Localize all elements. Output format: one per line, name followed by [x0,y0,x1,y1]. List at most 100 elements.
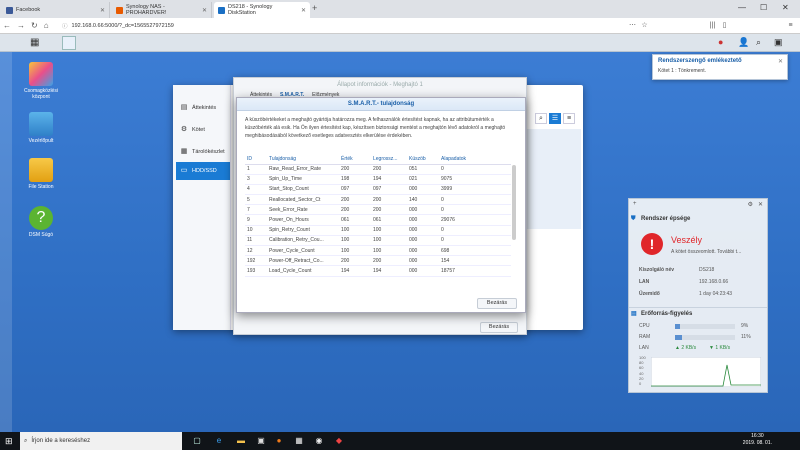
store-icon[interactable]: ▣ [256,436,266,446]
desktop-icon-package-center[interactable]: Csomagközlési központ [16,62,66,100]
bookmark-icon[interactable]: ☆ [640,21,649,30]
tab-prohardver[interactable]: Synology NAS - PROHARDVER! ✕ [112,2,212,18]
table-row[interactable]: 1 Raw_Read_Error_Rate 200 200 051 0 [245,164,511,175]
table-row[interactable]: 3 Spin_Up_Time 198 194 021 9075 [245,174,511,185]
paint-icon[interactable]: ▦ [294,436,304,446]
forward-button[interactable]: → [17,21,25,30]
minimize-button[interactable]: — [738,3,746,12]
desktop-icon-dsm-help[interactable]: ? DSM Súgó [16,206,66,238]
col-worst[interactable]: Legrossz... [371,155,407,165]
table-cell: 051 [407,164,439,175]
dsm-taskbar: ▦ ● 👤 ⌕ ▣ [0,34,800,52]
chart-y-ticks: 100 80 60 40 20 0 [639,355,646,387]
home-button[interactable]: ⌂ [44,21,49,30]
edge-icon[interactable]: e [214,436,224,446]
close-icon[interactable]: ✕ [202,7,207,14]
notification-title: Rendszerszengő emlékeztető [658,58,742,64]
close-icon[interactable]: ✕ [100,7,105,14]
search-icon: ⌕ [24,437,28,444]
sidebar-item-hdd-ssd[interactable]: ▭ HDD/SSD [176,162,230,180]
close-icon[interactable]: ✕ [778,58,783,65]
col-value[interactable]: Érték [339,155,371,165]
table-row[interactable]: 10 Spin_Retry_Count 100 100 000 0 [245,225,511,236]
table-cell: 200 [371,194,407,206]
table-row[interactable]: 4 Start_Stop_Count 097 097 000 3999 [245,184,511,196]
table-cell: Load_Cycle_Count [267,265,339,277]
list-view-icon[interactable]: ☰ [549,113,561,124]
smart-close-button[interactable]: Bezárás [477,298,517,309]
ram-value: 11% [741,334,751,340]
close-icon[interactable]: ✕ [301,7,306,14]
menu-icon[interactable]: ≡ [786,21,795,30]
tab-facebook[interactable]: Facebook ✕ [2,2,110,18]
sidebar-item-volume[interactable]: ⚙ Kötet [176,121,230,139]
table-row[interactable]: 12 Power_Cycle_Count 100 100 000 698 [245,245,511,257]
search-icon[interactable]: ⌕ [756,37,761,48]
dialog-title: S.M.A.R.T.- tulajdonság [237,98,525,111]
media-icon[interactable]: ◉ [314,436,324,446]
col-threshold[interactable]: Küszöb [407,155,439,165]
url-field[interactable]: ⓘ 192.168.0.66:5000/?_dc=1565527972159 [62,20,622,32]
col-id[interactable]: ID [245,155,267,165]
add-widget-icon[interactable]: + [633,201,637,207]
table-cell: 000 [407,235,439,247]
notification-icon[interactable]: ● [718,37,723,47]
filter-icon[interactable]: ⌕ [535,113,547,124]
table-cell: 100 [339,225,371,236]
more-icon[interactable]: ⋯ [628,21,637,30]
sidebar-item-overview[interactable]: ▤ Áttekintés [176,99,230,117]
back-button[interactable]: ← [3,21,11,30]
table-row[interactable]: 5 Reallocated_Sector_Ct 200 200 140 0 [245,194,511,206]
health-widget-title: ⛊ Rendszer épsége [631,215,691,223]
reload-button[interactable]: ↻ [31,21,38,30]
storage-manager-taskbar-icon[interactable] [62,36,76,50]
address-bar: ← → ↻ ⌂ ⓘ 192.168.0.66:5000/?_dc=1565527… [0,18,800,34]
desktop-icon-file-station[interactable]: File Station [16,158,66,190]
user-icon[interactable]: 👤 [738,37,749,48]
table-cell: 154 [439,255,511,267]
table-cell: 0 [439,164,511,175]
collapse-icon[interactable]: ✕ [758,201,763,208]
sidebar-icon[interactable]: ▯ [720,21,729,30]
table-cell: Raw_Read_Error_Rate [267,164,339,175]
table-row[interactable]: 192 Power-Off_Retract_Co... 200 200 000 154 [245,255,511,267]
cpu-value: 9% [741,323,749,329]
desktop-icon-control-panel[interactable]: Vezérlőpult [16,112,66,144]
smart-description: A küszöbértékeket a meghajtó gyártója ha… [245,117,506,139]
firefox-icon[interactable]: ● [274,436,284,446]
maps-icon[interactable]: ◆ [334,436,344,446]
window-close-button[interactable]: ✕ [782,3,789,12]
col-attribute[interactable]: Tulajdonság [267,155,339,165]
start-icon[interactable]: ⊞ [5,436,13,447]
tab-diskstation[interactable]: DS218 - Synology DiskStation ✕ [214,2,310,18]
table-cell: 200 [339,255,371,267]
explorer-icon[interactable]: ▬ [236,436,246,446]
detail-view-icon[interactable]: ≡ [563,113,575,124]
main-menu-icon[interactable]: ▦ [30,37,39,48]
system-notification[interactable]: Rendszerszengő emlékeztető Kötet 1 : Tön… [652,54,788,80]
table-cell: 200 [371,204,407,216]
table-row[interactable]: 9 Power_On_Hours 061 061 000 29076 [245,214,511,226]
library-icon[interactable]: ||| [708,21,717,30]
table-row[interactable]: 7 Seek_Error_Rate 200 200 000 0 [245,204,511,216]
resource-widget-title: ▤ Erőforrás-figyelés [629,307,767,319]
health-detail[interactable]: A kötet összeomlott. További t... [671,249,741,255]
new-tab-button[interactable]: + [312,3,317,13]
table-scrollbar[interactable] [512,165,516,240]
close-button[interactable]: Bezárás [480,322,518,333]
table-row[interactable]: 11 Calibration_Retry_Cou... 100 100 000 0 [245,235,511,247]
maximize-button[interactable]: ☐ [760,3,767,12]
window-title: Állapot információk - Meghajtó 1 [337,82,423,88]
sidebar-item-storage-pool[interactable]: ▦ Tárolókészlet [176,143,230,161]
table-cell: 12 [245,245,267,257]
table-cell: 18757 [439,265,511,277]
table-cell: 10 [245,225,267,236]
col-raw-data[interactable]: Alapadatok [439,155,511,165]
task-view-icon[interactable]: ▢ [192,436,202,446]
system-clock[interactable]: 16:30 2019. 08. 01. [743,433,772,447]
windows-search[interactable]: ⌕ Írjon ide a kereséshez [20,432,182,450]
settings-icon[interactable]: ⚙ [748,201,753,208]
widgets-icon[interactable]: ▣ [774,37,783,48]
table-row[interactable]: 193 Load_Cycle_Count 194 194 000 18757 [245,265,511,277]
table-cell: 100 [371,225,407,236]
